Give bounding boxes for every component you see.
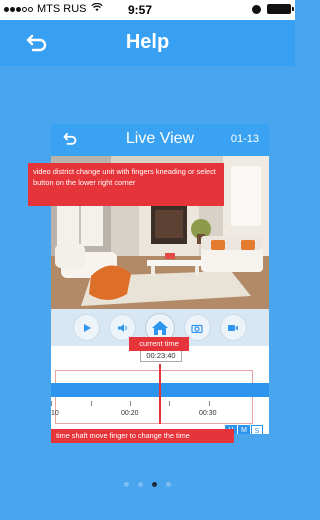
page-indicator	[0, 482, 295, 487]
illustration-nav-bar: Live View 01-13	[51, 124, 269, 156]
second-scale-button[interactable]: S	[251, 425, 263, 434]
signal-strength-icon	[4, 6, 33, 12]
battery-icon	[267, 4, 294, 14]
minute-scale-button[interactable]: M	[238, 425, 250, 434]
record-icon	[228, 324, 239, 331]
play-icon	[83, 323, 91, 332]
carrier-name: MTS RUS	[37, 3, 87, 15]
play-button[interactable]	[73, 314, 101, 341]
volume-icon	[117, 323, 127, 332]
alarm-icon	[252, 4, 261, 14]
page-dot[interactable]	[166, 482, 171, 487]
page-dot-active[interactable]	[152, 482, 157, 487]
status-time: 9:57	[128, 3, 153, 17]
timeline-playhead[interactable]	[159, 364, 161, 424]
video-help-tip: video district change unit with fingers …	[28, 163, 224, 206]
tick-label: 10	[51, 410, 59, 417]
camera-icon	[191, 324, 203, 333]
current-time-tip: current time	[129, 337, 189, 351]
page-dot[interactable]	[124, 482, 129, 487]
tick	[209, 401, 210, 406]
wifi-icon	[90, 2, 103, 15]
tick	[130, 401, 131, 406]
nav-bar: Help	[0, 20, 295, 66]
status-bar: MTS RUS 9:57	[0, 0, 295, 20]
time-shaft-help-tip: time shaft move finger to change the tim…	[51, 429, 234, 443]
tick-label: 00:20	[121, 410, 139, 417]
page-title: Help	[125, 31, 170, 53]
status-right	[252, 4, 294, 14]
page-dot[interactable]	[138, 482, 143, 487]
current-time-value: 00:23:40	[140, 350, 182, 362]
tick	[169, 401, 170, 406]
help-screen: MTS RUS 9:57 Help Live View 01-13 00:23:…	[0, 0, 295, 520]
tick	[51, 401, 52, 406]
time-shaft[interactable]: 10 00:20 00:30 H M S	[51, 364, 269, 434]
record-button[interactable]	[219, 314, 247, 341]
tick-label: 00:30	[199, 410, 217, 417]
status-left: MTS RUS	[4, 2, 103, 15]
home-icon	[151, 320, 168, 335]
illustration-date: 01-13	[230, 133, 259, 145]
tick	[91, 401, 92, 406]
